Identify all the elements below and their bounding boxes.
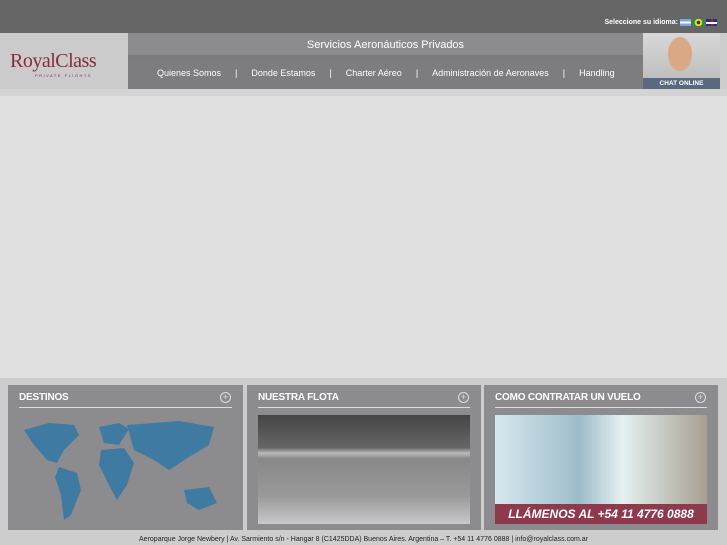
plus-icon[interactable]: +	[458, 392, 469, 403]
hangar-photo	[258, 415, 470, 524]
nav-donde-estamos[interactable]: Donde Estamos	[251, 68, 315, 78]
divider	[19, 407, 232, 408]
chat-online-button[interactable]: CHAT ONLINE	[643, 33, 720, 89]
flag-argentina-icon[interactable]	[680, 19, 691, 26]
language-selector: Seleccione su idioma:	[604, 19, 717, 26]
main-nav: Quienes Somos | Donde Estamos | Charter …	[128, 57, 643, 89]
panel-title: COMO CONTRATAR UN VUELO	[495, 392, 641, 403]
nav-separator: |	[235, 68, 238, 78]
nav-separator: |	[415, 68, 419, 78]
world-map-image	[24, 421, 217, 520]
panel-como-contratar[interactable]: COMO CONTRATAR UN VUELO + LLÁMENOS AL +5…	[484, 385, 718, 530]
footer-address: Aeroparque Jorge Newbery | Av. Sarmiento…	[139, 536, 588, 543]
divider	[258, 407, 470, 408]
nav-handling[interactable]: Handling	[579, 68, 615, 78]
flag-brazil-icon[interactable]	[693, 19, 704, 26]
plus-icon[interactable]: +	[220, 392, 231, 403]
page-title: Servicios Aeronáuticos Privados	[128, 33, 643, 57]
operator-image	[668, 37, 692, 71]
language-label: Seleccione su idioma:	[604, 19, 678, 26]
chat-label: CHAT ONLINE	[643, 78, 720, 89]
divider	[0, 89, 727, 96]
logo-tagline: PRIVATE FLIGHTS	[35, 73, 93, 78]
panel-title: DESTINOS	[19, 392, 69, 403]
phone-call-photo: LLÁMENOS AL +54 11 4776 0888	[495, 415, 707, 524]
divider	[495, 407, 707, 408]
plus-icon[interactable]: +	[695, 392, 706, 403]
main-content	[0, 96, 727, 378]
flag-uk-icon[interactable]	[706, 19, 717, 26]
header: Servicios Aeronáuticos Privados Quienes …	[128, 33, 643, 89]
nav-quienes-somos[interactable]: Quienes Somos	[157, 68, 221, 78]
panel-title: NUESTRA FLOTA	[258, 392, 339, 403]
nav-administracion[interactable]: Administración de Aeronaves	[432, 68, 549, 78]
panel-nuestra-flota[interactable]: NUESTRA FLOTA +	[247, 385, 481, 530]
call-us-banner[interactable]: LLÁMENOS AL +54 11 4776 0888	[495, 504, 707, 524]
logo-name: RoyalClass	[10, 50, 97, 72]
nav-separator: |	[329, 68, 332, 78]
panel-destinos[interactable]: DESTINOS +	[8, 385, 243, 530]
logo[interactable]: RoyalClass PRIVATE FLIGHTS	[0, 33, 128, 89]
top-bar: Seleccione su idioma:	[0, 0, 727, 33]
nav-charter-aereo[interactable]: Charter Aéreo	[346, 68, 402, 78]
nav-separator: |	[562, 68, 566, 78]
